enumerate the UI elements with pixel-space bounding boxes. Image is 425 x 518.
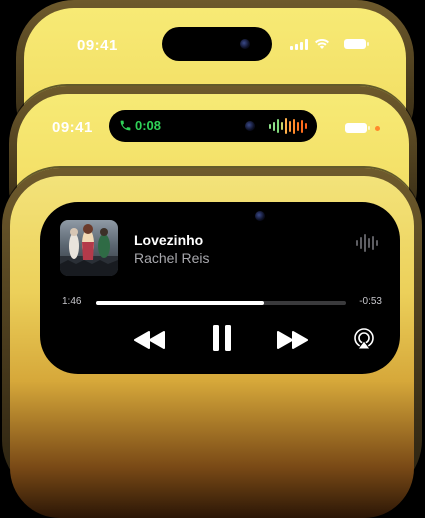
wifi-icon bbox=[315, 38, 329, 49]
playback-progress bbox=[96, 301, 264, 305]
playback-scrubber[interactable] bbox=[96, 301, 346, 305]
status-time: 09:41 bbox=[77, 37, 118, 54]
call-duration: 0:08 bbox=[135, 118, 162, 133]
iphone-front: Lovezinho Rachel Reis 1:46 -0:53 bbox=[2, 168, 422, 518]
dynamic-island-now-playing[interactable]: Lovezinho Rachel Reis 1:46 -0:53 bbox=[40, 202, 400, 374]
sound-bars-icon bbox=[356, 234, 378, 252]
battery-icon bbox=[345, 123, 370, 133]
elapsed-time: 1:46 bbox=[62, 296, 82, 307]
front-camera bbox=[245, 121, 255, 131]
rewind-icon[interactable] bbox=[134, 330, 166, 350]
dynamic-island bbox=[162, 27, 272, 61]
pause-icon[interactable] bbox=[212, 324, 232, 352]
battery-icon bbox=[344, 39, 369, 49]
track-artist: Rachel Reis bbox=[134, 250, 210, 266]
dynamic-island-call[interactable]: 0:08 bbox=[109, 110, 317, 142]
airplay-icon[interactable] bbox=[353, 328, 375, 350]
iphone-front-screen: Lovezinho Rachel Reis 1:46 -0:53 bbox=[10, 176, 414, 518]
front-camera bbox=[240, 39, 250, 49]
track-title: Lovezinho bbox=[134, 232, 204, 248]
front-camera bbox=[255, 211, 265, 221]
cellular-signal-icon bbox=[290, 38, 308, 50]
fast-forward-icon[interactable] bbox=[276, 330, 308, 350]
remaining-time: -0:53 bbox=[359, 296, 382, 307]
recording-dot-indicator bbox=[375, 126, 380, 131]
album-art[interactable] bbox=[60, 220, 118, 276]
status-icons bbox=[290, 38, 369, 50]
audio-waveform-icon bbox=[269, 117, 307, 135]
status-time: 09:41 bbox=[52, 119, 93, 136]
phone-call-icon bbox=[120, 120, 131, 131]
